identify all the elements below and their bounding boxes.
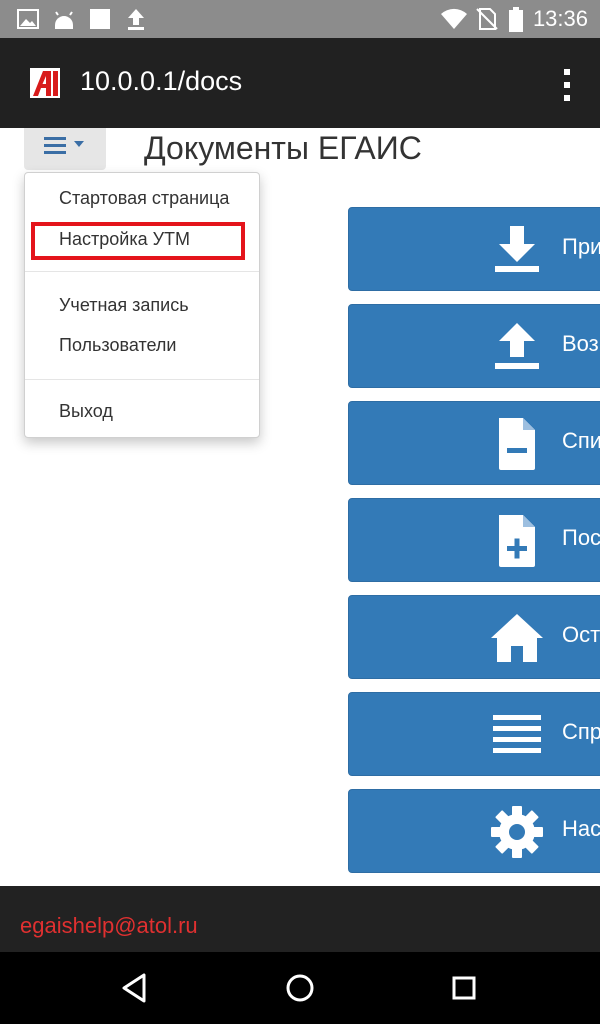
gallery-icon	[17, 9, 39, 29]
tile-label: Спи	[562, 428, 600, 453]
tile-returns[interactable]: Воз	[348, 304, 600, 388]
menu-toggle-button[interactable]	[24, 128, 106, 170]
tile-incoming[interactable]: При	[348, 207, 600, 291]
page-title: Документы ЕГАИС	[144, 130, 422, 166]
menu-item-account[interactable]: Учетная запись	[59, 295, 189, 316]
menu-item-users[interactable]: Пользователи	[59, 335, 176, 356]
navigation-bar	[0, 952, 600, 1024]
menu-item-logout[interactable]: Выход	[59, 401, 113, 422]
url-text[interactable]: 10.0.0.1/docs	[80, 66, 242, 97]
tile-writeoff[interactable]: Спи	[348, 401, 600, 485]
tile-stock[interactable]: Ост	[348, 595, 600, 679]
footer-email-link[interactable]: egaishelp@atol.ru	[20, 913, 198, 939]
list-icon	[493, 715, 541, 753]
home-circle-icon[interactable]	[282, 970, 318, 1006]
tile-label: Пос	[562, 525, 600, 550]
home-icon	[491, 614, 543, 662]
gear-icon	[491, 806, 543, 858]
status-time: 13:36	[532, 6, 588, 31]
divider	[25, 379, 259, 380]
upload-icon	[128, 9, 144, 30]
recents-icon[interactable]	[446, 970, 482, 1006]
back-icon[interactable]	[118, 970, 154, 1006]
wifi-icon	[441, 8, 467, 29]
tile-reference[interactable]: Спр	[348, 692, 600, 776]
screen: 13:36 10.0.0.1/docs При Воз Спи Пос Ост …	[0, 0, 600, 1024]
divider	[25, 271, 259, 272]
overflow-menu-icon[interactable]	[562, 68, 572, 102]
download-icon	[495, 226, 539, 272]
no-sim-icon	[476, 8, 498, 30]
tile-supply[interactable]: Пос	[348, 498, 600, 582]
tile-label: При	[562, 234, 600, 259]
menu-item-start-page[interactable]: Стартовая страница	[59, 188, 229, 209]
tile-label: Спр	[562, 719, 600, 744]
tile-label: Нас	[562, 816, 600, 841]
battery-icon	[509, 7, 523, 32]
document-plus-icon	[499, 515, 535, 567]
hamburger-menu-icon	[44, 137, 66, 154]
page-content: При Воз Спи Пос Ост Спр Нас Документы ЕГ…	[0, 128, 600, 886]
app-logo-icon	[30, 68, 60, 98]
upload-icon	[495, 323, 539, 369]
app-bar: 10.0.0.1/docs	[0, 38, 600, 128]
android-icon	[55, 11, 73, 29]
document-minus-icon	[499, 418, 535, 470]
square-notification-icon	[90, 9, 110, 29]
caret-down-icon	[74, 141, 84, 147]
highlight-box	[31, 222, 245, 260]
tile-label: Ост	[562, 622, 600, 647]
footer: egaishelp@atol.ru	[0, 886, 600, 952]
dropdown-menu: Стартовая страница Настройка УТМ Учетная…	[24, 172, 260, 438]
tile-settings[interactable]: Нас	[348, 789, 600, 873]
status-bar: 13:36	[0, 0, 600, 38]
tile-label: Воз	[562, 331, 599, 356]
